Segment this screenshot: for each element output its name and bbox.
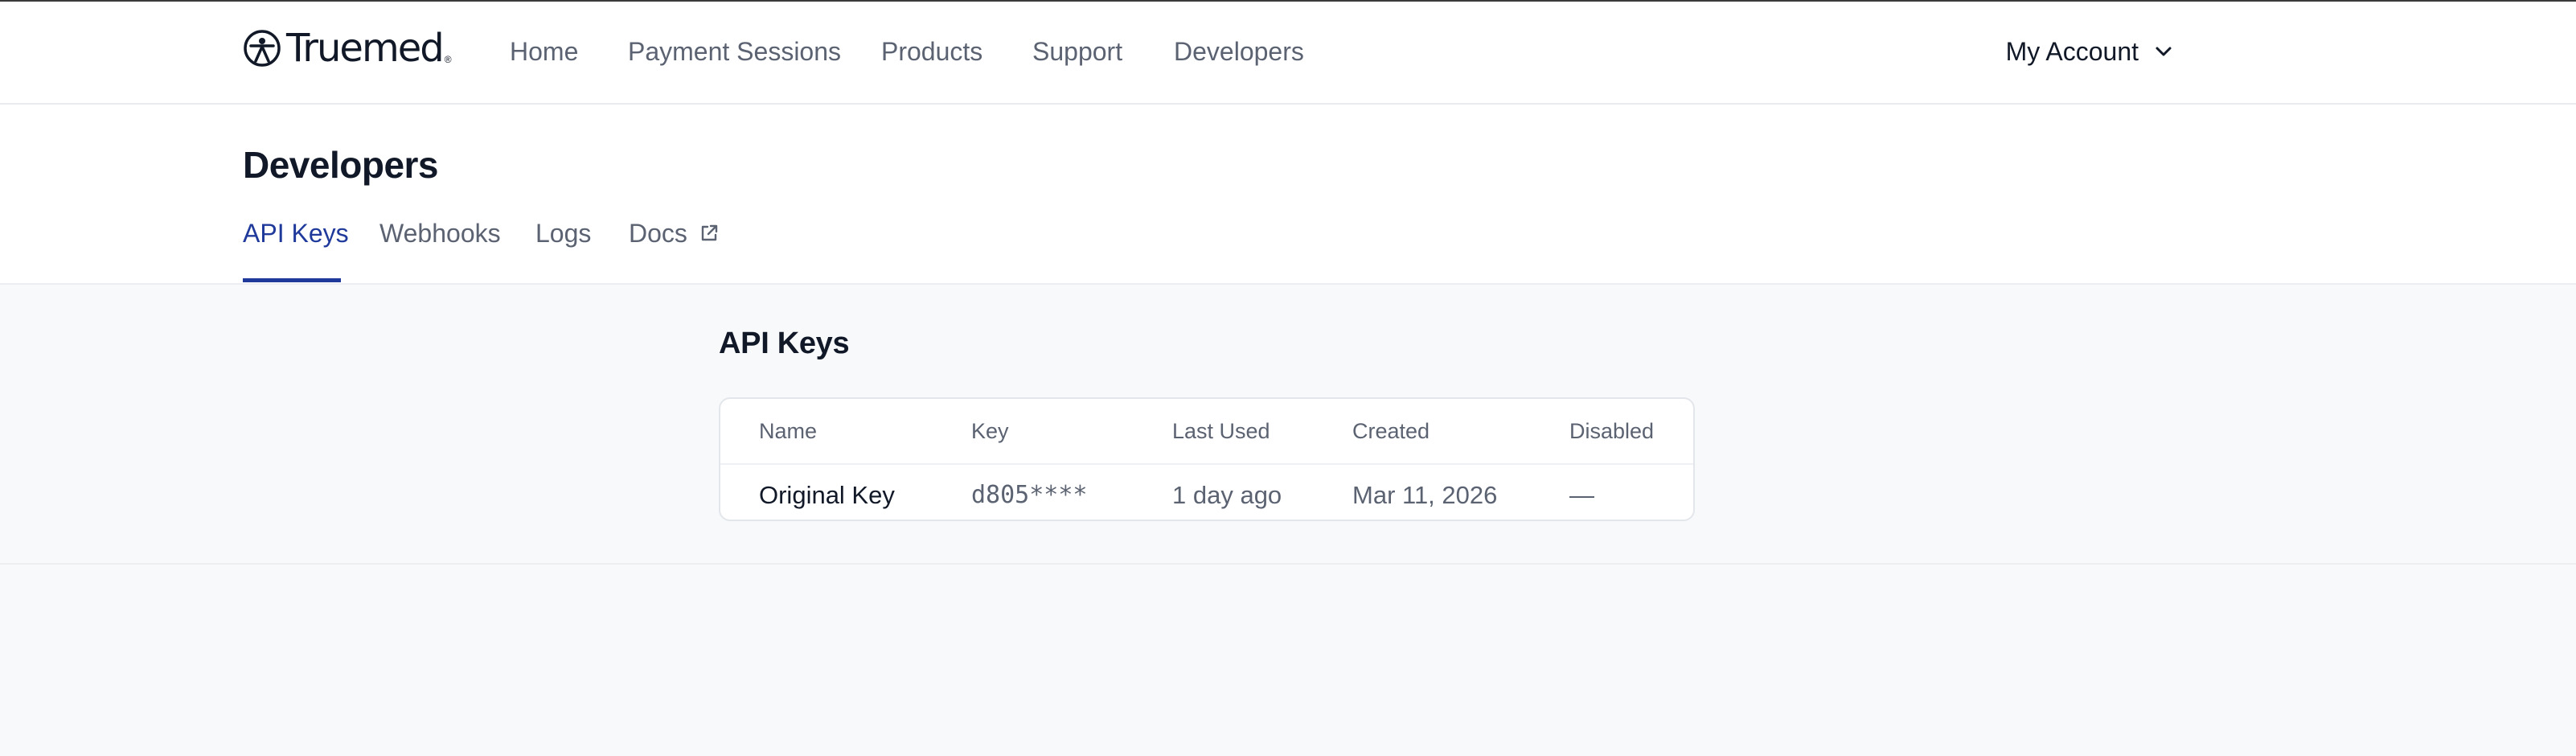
active-tab-indicator — [243, 278, 341, 282]
tab-api-keys[interactable]: API Keys — [243, 217, 349, 249]
cell-name: Original Key — [759, 481, 895, 509]
cell-disabled: — — [1569, 481, 1594, 509]
nav-payment-sessions[interactable]: Payment Sessions — [628, 35, 841, 68]
section-title: API Keys — [719, 327, 850, 360]
account-label: My Account — [2005, 37, 2139, 66]
nav-support[interactable]: Support — [1032, 35, 1122, 68]
nav-products[interactable]: Products — [881, 35, 982, 68]
brand-logo[interactable]: Truemed ® — [243, 27, 452, 69]
column-header-name: Name — [759, 419, 818, 443]
api-keys-section: API Keys Name Key Last Used Created Disa… — [0, 285, 2576, 565]
brand-name: Truemed — [286, 26, 445, 71]
tab-label: API Keys — [243, 219, 349, 248]
cell-key: d805**** — [971, 481, 1088, 509]
page-title: Developers — [243, 144, 439, 186]
chevron-down-icon — [2156, 47, 2172, 56]
top-navbar: Truemed ® Home Payment Sessions Products… — [0, 2, 2576, 105]
tab-logs[interactable]: Logs — [535, 217, 591, 249]
tab-label: Logs — [535, 219, 592, 248]
column-header-last-used: Last Used — [1172, 419, 1270, 443]
account-menu-button[interactable]: My Account — [2006, 35, 2172, 68]
tab-label: Webhooks — [379, 219, 501, 248]
external-link-icon — [701, 224, 718, 241]
cell-created: Mar 11, 2026 — [1352, 481, 1498, 509]
nav-developers[interactable]: Developers — [1174, 35, 1304, 68]
truemed-logo-icon — [244, 30, 281, 67]
tab-label: Docs — [629, 219, 687, 248]
api-keys-table: Name Key Last Used Created Disabled Orig… — [719, 397, 1695, 521]
tab-docs[interactable]: Docs — [629, 217, 720, 249]
column-header-disabled: Disabled — [1569, 419, 1655, 443]
table-divider — [720, 463, 1693, 465]
column-header-key: Key — [971, 419, 1009, 443]
tab-webhooks[interactable]: Webhooks — [379, 217, 501, 249]
cell-last-used: 1 day ago — [1172, 481, 1282, 509]
nav-home[interactable]: Home — [510, 35, 578, 68]
page-header: Developers API Keys Webhooks Logs Docs — [0, 105, 2576, 285]
brand-trademark: ® — [444, 54, 452, 65]
column-header-created: Created — [1352, 419, 1430, 443]
